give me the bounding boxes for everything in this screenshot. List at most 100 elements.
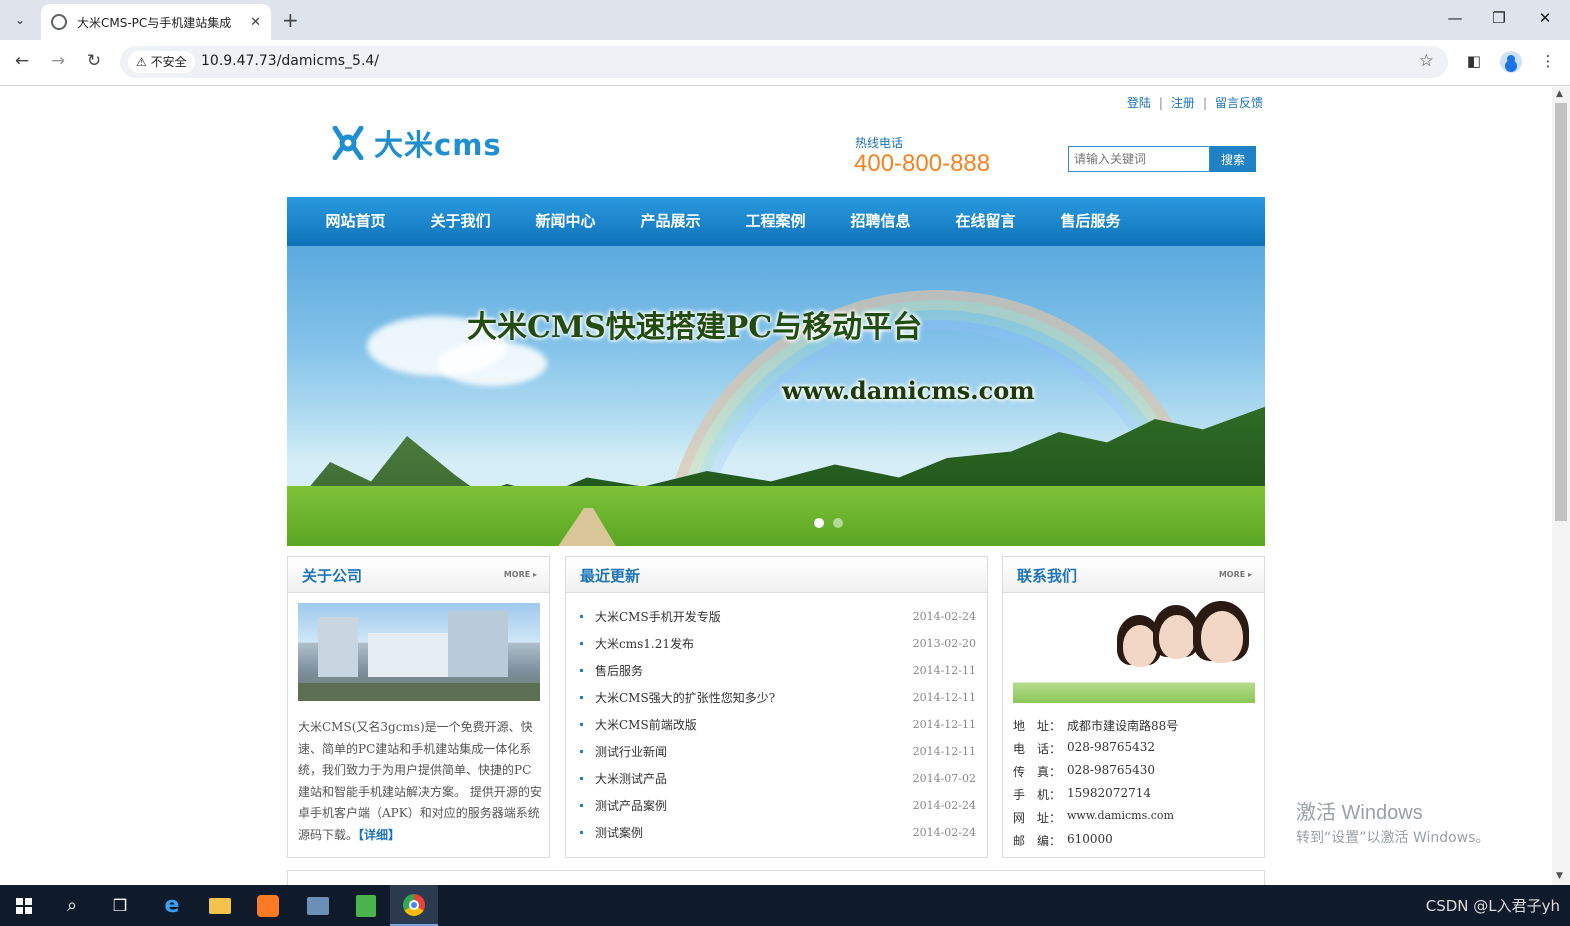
nav-jobs[interactable]: 招聘信息 xyxy=(812,197,933,246)
news-item[interactable]: 测试行业新闻 2014-12-11 xyxy=(580,738,976,765)
internet-explorer-icon[interactable]: e xyxy=(148,885,196,926)
feedback-link[interactable]: 留言反馈 xyxy=(1215,96,1263,110)
register-link[interactable]: 注册 xyxy=(1171,96,1195,110)
nav-home[interactable]: 网站首页 xyxy=(287,197,408,246)
news-list: 大米CMS手机开发专版 2014-02-24 大米cms1.21发布 2013-02… xyxy=(580,603,976,846)
bullet-icon xyxy=(580,804,583,807)
news-item[interactable]: 大米测试产品 2014-07-02 xyxy=(580,765,976,792)
banner-title: 大米CMS快速搭建PC与移动平台 xyxy=(467,310,923,345)
contact-key: 传 真： xyxy=(1013,765,1062,779)
reload-icon[interactable]: ↻ xyxy=(82,51,106,71)
new-tab-button[interactable]: + xyxy=(282,8,299,32)
bookmark-star-icon[interactable]: ☆ xyxy=(1419,51,1434,71)
chrome-icon[interactable] xyxy=(390,885,438,926)
nav-about[interactable]: 关于我们 xyxy=(392,197,513,246)
contact-value: 15982072714 xyxy=(1067,786,1151,800)
restore-icon[interactable]: ❐ xyxy=(1487,9,1511,27)
contact-more-link[interactable]: MORE ▸ xyxy=(1219,570,1252,579)
slider-dot-2[interactable] xyxy=(833,518,843,528)
minimize-icon[interactable]: — xyxy=(1443,9,1467,27)
news-title[interactable]: 大米CMS强大的扩张性您知多少? xyxy=(595,689,913,706)
side-panel-icon[interactable]: ◧ xyxy=(1463,52,1485,70)
task-view-icon[interactable]: ❒ xyxy=(96,885,144,926)
logo-icon xyxy=(332,126,364,160)
news-item[interactable]: 大米cms1.21发布 2013-02-20 xyxy=(580,630,976,657)
news-title[interactable]: 测试产品案例 xyxy=(595,797,913,814)
page-scrollbar[interactable]: ▲ ▼ xyxy=(1552,87,1570,885)
news-title[interactable]: 大米CMS手机开发专版 xyxy=(595,608,913,625)
scroll-down-icon[interactable]: ▼ xyxy=(1556,871,1563,881)
news-item[interactable]: 测试产品案例 2014-02-24 xyxy=(580,792,976,819)
bullet-icon xyxy=(580,750,583,753)
slider-dot-1[interactable] xyxy=(814,518,824,528)
news-title[interactable]: 售后服务 xyxy=(595,662,913,679)
about-detail-link[interactable]: 【详细】 xyxy=(358,828,400,842)
about-panel-title: 关于公司 xyxy=(302,567,363,585)
contact-panel: 联系我们 MORE ▸ 地 址： 成都市建设南路88号 电 话： 028-98765… xyxy=(1002,556,1265,858)
editor-app-icon[interactable] xyxy=(342,885,390,926)
news-title[interactable]: 测试行业新闻 xyxy=(595,743,913,760)
profile-avatar[interactable] xyxy=(1500,51,1522,73)
banner-slider[interactable]: 大米CMS快速搭建PC与移动平台 www.damicms.com xyxy=(287,246,1265,546)
news-title[interactable]: 大米测试产品 xyxy=(595,770,913,787)
bullet-icon xyxy=(580,696,583,699)
close-tab-icon[interactable]: ✕ xyxy=(250,15,261,30)
news-item[interactable]: 测试案例 2014-02-24 xyxy=(580,819,976,846)
news-title[interactable]: 测试案例 xyxy=(595,824,913,841)
login-link[interactable]: 登陆 xyxy=(1127,96,1151,110)
browser-tab[interactable]: 大米CMS-PC与手机建站集成 ✕ xyxy=(41,4,271,40)
news-item[interactable]: 大米CMS前端改版 2014-12-11 xyxy=(580,711,976,738)
forward-icon[interactable]: → xyxy=(46,51,70,71)
menu-dots-icon[interactable]: ⋮ xyxy=(1537,52,1559,70)
tab-search-button[interactable]: ⌄ xyxy=(6,7,34,33)
start-button[interactable] xyxy=(0,885,48,926)
about-more-link[interactable]: MORE ▸ xyxy=(504,570,537,579)
back-icon[interactable]: ← xyxy=(10,51,34,71)
contact-key: 邮 编： xyxy=(1013,834,1062,848)
activation-title: 激活 Windows xyxy=(1296,802,1423,824)
news-date: 2014-12-11 xyxy=(912,691,976,704)
file-explorer-icon[interactable] xyxy=(196,885,244,926)
close-window-icon[interactable]: ✕ xyxy=(1533,9,1557,27)
news-date: 2014-02-24 xyxy=(912,610,976,623)
about-panel-header: 关于公司 MORE ▸ xyxy=(288,557,549,593)
main-nav: 网站首页 关于我们 新闻中心 产品展示 工程案例 招聘信息 在线留言 售后服务 xyxy=(287,197,1265,246)
search-input[interactable] xyxy=(1068,146,1210,172)
news-title[interactable]: 大米CMS前端改版 xyxy=(595,716,913,733)
nav-guestbook[interactable]: 在线留言 xyxy=(917,197,1038,246)
bullet-icon xyxy=(580,723,583,726)
network-app-icon[interactable] xyxy=(294,885,342,926)
bullet-icon xyxy=(580,831,583,834)
news-item[interactable]: 大米CMS手机开发专版 2014-02-24 xyxy=(580,603,976,630)
nav-service[interactable]: 售后服务 xyxy=(1022,197,1143,246)
address-bar[interactable]: ⚠ 不安全 10.9.47.73/damicms_5.4/ ☆ xyxy=(120,46,1448,78)
search-form: 搜索 xyxy=(1068,146,1256,172)
banner-url: www.damicms.com xyxy=(782,376,1035,405)
contact-value[interactable]: www.damicms.com xyxy=(1067,809,1174,832)
contact-address: 地 址： 成都市建设南路88号 xyxy=(1013,717,1257,740)
xampp-icon[interactable] xyxy=(244,885,292,926)
slider-dots xyxy=(814,518,852,528)
nav-cases[interactable]: 工程案例 xyxy=(707,197,828,246)
cloud-graphic xyxy=(437,341,547,386)
hotline-number: 400-800-888 xyxy=(854,150,991,177)
news-date: 2014-12-11 xyxy=(912,718,976,731)
nav-products[interactable]: 产品展示 xyxy=(602,197,723,246)
scroll-thumb[interactable] xyxy=(1555,103,1567,521)
news-panel-title: 最近更新 xyxy=(580,567,641,585)
search-button[interactable]: 搜索 xyxy=(1210,146,1256,172)
windows-taskbar: ⌕ ❒ e CSDN @L入君子yh xyxy=(0,885,1570,926)
scroll-up-icon[interactable]: ▲ xyxy=(1556,89,1563,99)
contact-key: 网 址： xyxy=(1013,811,1062,825)
news-item[interactable]: 售后服务 2014-12-11 xyxy=(580,657,976,684)
security-chip[interactable]: ⚠ 不安全 xyxy=(128,51,195,73)
news-panel: 最近更新 大米CMS手机开发专版 2014-02-24 大米cms1.21发布 20… xyxy=(565,556,988,858)
search-icon[interactable]: ⌕ xyxy=(48,885,96,926)
news-item[interactable]: 大米CMS强大的扩张性您知多少? 2014-12-11 xyxy=(580,684,976,711)
top-links: 登陆 | 注册 | 留言反馈 xyxy=(1126,96,1263,110)
news-title[interactable]: 大米cms1.21发布 xyxy=(595,635,913,652)
nav-news[interactable]: 新闻中心 xyxy=(497,197,618,246)
url-text[interactable]: 10.9.47.73/damicms_5.4/ xyxy=(201,53,379,69)
site-logo[interactable]: 大米cms xyxy=(332,122,502,164)
bullet-icon xyxy=(580,615,583,618)
